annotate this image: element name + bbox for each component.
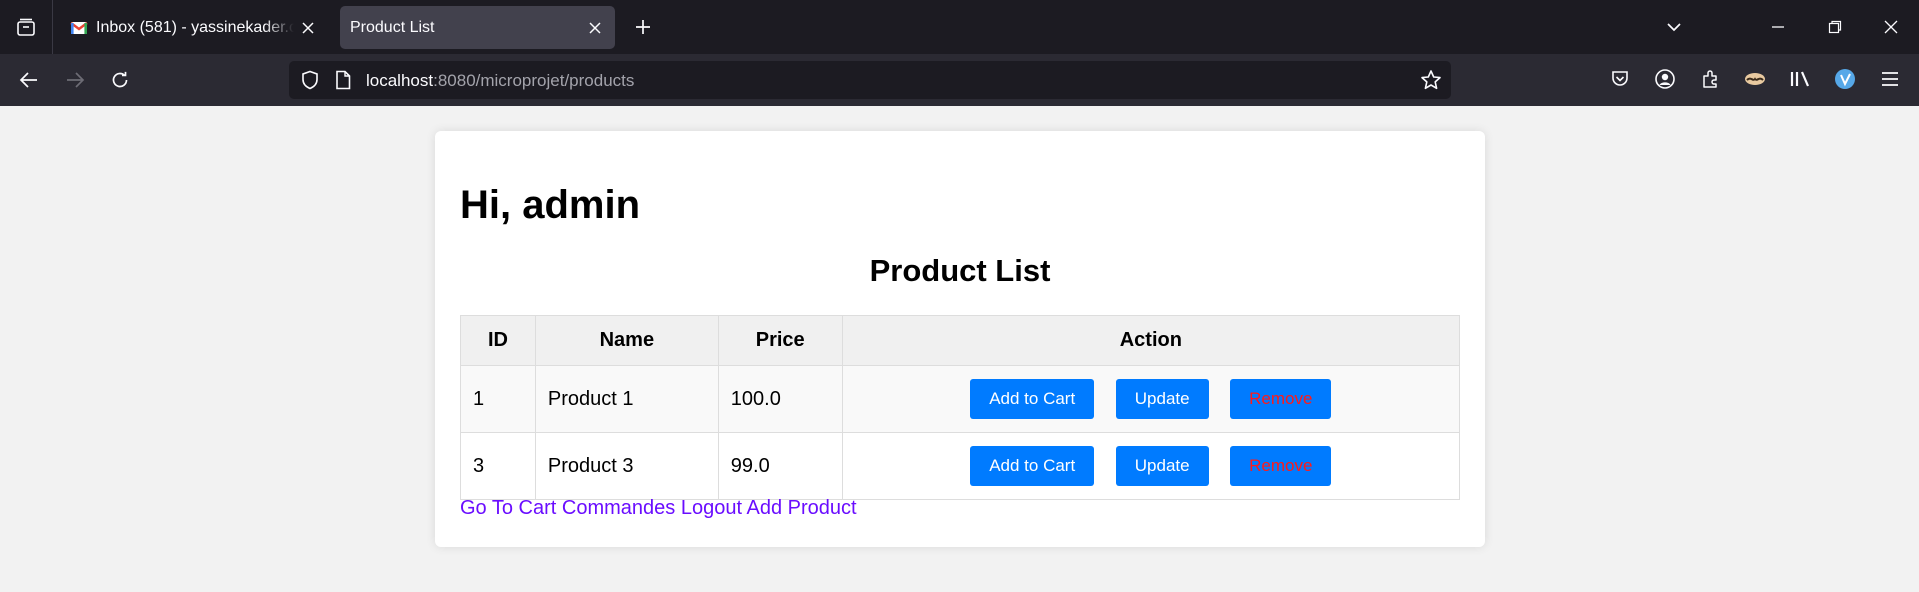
forward-button[interactable]: [59, 64, 91, 96]
content-card: Hi, admin Product List ID Name Price Act…: [435, 131, 1485, 547]
chevron-down-icon: [1667, 23, 1681, 32]
add-to-cart-button[interactable]: Add to Cart: [970, 446, 1095, 486]
add-to-cart-button[interactable]: Add to Cart: [970, 379, 1095, 419]
extensions-icon[interactable]: [1697, 65, 1725, 93]
extension-bars-icon[interactable]: [1786, 65, 1814, 93]
tab-title: Product List: [350, 18, 435, 36]
reload-icon: [112, 71, 128, 88]
url-host: localhost: [366, 71, 434, 90]
footer-links: Go To Cart Commandes Logout Add Product: [460, 497, 857, 520]
url-path: :8080/microprojet/products: [433, 71, 635, 90]
logout-link[interactable]: Logout: [681, 497, 742, 519]
table-header-row: ID Name Price Action: [460, 315, 1461, 366]
extension-mustache-icon[interactable]: [1741, 65, 1769, 93]
menu-icon[interactable]: [1876, 65, 1904, 93]
cell-actions: Add to Cart Update Remove: [841, 365, 1461, 433]
close-icon: [1884, 20, 1898, 34]
tab-list-button[interactable]: [0, 0, 53, 54]
plus-icon: [636, 20, 650, 34]
cell-id: 1: [460, 365, 536, 433]
pocket-icon[interactable]: [1606, 65, 1634, 93]
back-arrow-icon: [19, 72, 37, 88]
list-all-tabs-button[interactable]: [1659, 12, 1689, 42]
tab-gmail[interactable]: Inbox (581) - yassinekader.contact@gmail…: [60, 6, 328, 49]
restore-button[interactable]: [1820, 12, 1850, 42]
remove-button[interactable]: Remove: [1230, 379, 1332, 419]
table-row: 3 Product 3 99.0 Add to Cart Update Remo…: [460, 432, 1461, 500]
new-tab-button[interactable]: [628, 12, 658, 42]
extension-blue-icon[interactable]: [1831, 65, 1859, 93]
greeting-heading: Hi, admin: [460, 183, 641, 227]
bookmark-star-icon[interactable]: [1419, 68, 1443, 92]
page-icon[interactable]: [331, 68, 355, 92]
url-text[interactable]: localhost:8080/microprojet/products: [366, 71, 634, 91]
tab-product-list[interactable]: Product List: [340, 6, 615, 49]
update-button[interactable]: Update: [1115, 379, 1209, 419]
update-button[interactable]: Update: [1115, 446, 1209, 486]
tab-bar: Inbox (581) - yassinekader.contact@gmail…: [0, 0, 1919, 54]
close-tab-icon[interactable]: [294, 14, 322, 42]
minimize-icon: [1772, 26, 1784, 28]
column-header-action: Action: [841, 315, 1461, 366]
minimize-button[interactable]: [1763, 12, 1793, 42]
cell-price: 100.0: [717, 365, 843, 433]
account-icon[interactable]: [1651, 65, 1679, 93]
cell-name: Product 1: [534, 365, 719, 433]
column-header-name: Name: [534, 315, 719, 366]
shield-icon[interactable]: [298, 68, 322, 92]
column-header-price: Price: [717, 315, 843, 366]
tab-list-icon: [17, 18, 35, 36]
reload-button[interactable]: [104, 64, 136, 96]
products-table: ID Name Price Action 1 Product 1 100.0 A…: [460, 315, 1461, 500]
cell-id: 3: [460, 432, 536, 500]
commandes-link[interactable]: Commandes: [562, 497, 675, 519]
cell-price: 99.0: [717, 432, 843, 500]
close-window-button[interactable]: [1876, 12, 1906, 42]
table-row: 1 Product 1 100.0 Add to Cart Update Rem…: [460, 365, 1461, 433]
forward-arrow-icon: [67, 72, 85, 88]
close-tab-icon[interactable]: [581, 14, 609, 42]
cell-name: Product 3: [534, 432, 719, 500]
tab-title: Inbox (581) - yassinekader.contact@gmail…: [96, 18, 294, 36]
cell-actions: Add to Cart Update Remove: [841, 432, 1461, 500]
remove-button[interactable]: Remove: [1230, 446, 1332, 486]
go-to-cart-link[interactable]: Go To Cart: [460, 497, 556, 519]
restore-icon: [1828, 20, 1842, 34]
page-title: Product List: [869, 253, 1051, 288]
gmail-icon: [70, 21, 88, 34]
back-button[interactable]: [13, 64, 45, 96]
url-bar[interactable]: localhost:8080/microprojet/products: [289, 61, 1451, 99]
add-product-link[interactable]: Add Product: [746, 497, 856, 519]
column-header-id: ID: [460, 315, 536, 366]
